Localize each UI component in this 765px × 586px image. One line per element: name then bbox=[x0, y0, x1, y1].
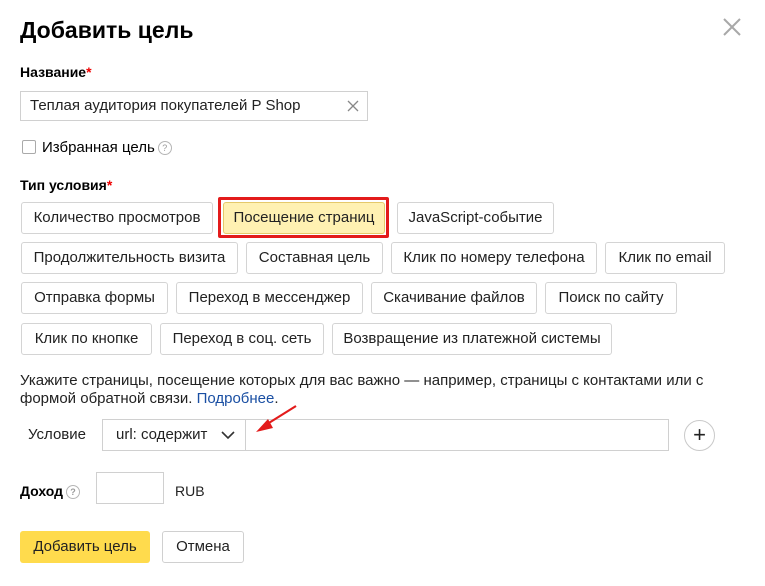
type-option-pageviews[interactable]: Количество просмотров bbox=[21, 202, 213, 234]
name-label-text: Название bbox=[20, 64, 87, 80]
type-option-composite-goal[interactable]: Составная цель bbox=[246, 242, 383, 274]
income-input[interactable] bbox=[96, 472, 164, 504]
add-condition-button[interactable]: + bbox=[684, 420, 715, 451]
type-option-social-network[interactable]: Переход в соц. сеть bbox=[160, 323, 324, 355]
type-option-phone-click[interactable]: Клик по номеру телефона bbox=[391, 242, 597, 274]
favorite-label: Избранная цель? bbox=[42, 139, 172, 157]
type-option-email-click[interactable]: Клик по email bbox=[605, 242, 725, 274]
cancel-button[interactable]: Отмена bbox=[162, 531, 244, 563]
type-option-site-search[interactable]: Поиск по сайту bbox=[545, 282, 677, 314]
condition-label: Условие bbox=[28, 426, 86, 443]
currency-label: RUB bbox=[175, 483, 205, 499]
name-label: Название* bbox=[20, 63, 92, 81]
condition-type-label-text: Тип условия bbox=[20, 177, 107, 193]
favorite-label-text: Избранная цель bbox=[42, 139, 155, 156]
condition-operator-value: url: содержит bbox=[116, 426, 208, 443]
condition-operator-select[interactable]: url: содержит bbox=[102, 419, 246, 451]
close-icon[interactable] bbox=[721, 16, 743, 38]
hint-body: Укажите страницы, посещение которых для … bbox=[20, 372, 704, 407]
goal-name-input[interactable]: Теплая аудитория покупателей P Shop bbox=[20, 91, 368, 121]
required-mark: * bbox=[86, 64, 92, 80]
type-option-form-submit[interactable]: Отправка формы bbox=[21, 282, 168, 314]
required-mark: * bbox=[106, 177, 113, 193]
type-option-messenger[interactable]: Переход в мессенджер bbox=[176, 282, 363, 314]
hint-text: Укажите страницы, посещение которых для … bbox=[20, 372, 750, 408]
type-option-javascript-event[interactable]: JavaScript-событие bbox=[397, 202, 554, 234]
condition-type-label: Тип условия* bbox=[20, 176, 112, 194]
type-option-file-download[interactable]: Скачивание файлов bbox=[371, 282, 537, 314]
favorite-checkbox[interactable] bbox=[22, 140, 36, 154]
type-option-payment-return[interactable]: Возвращение из платежной системы bbox=[332, 323, 612, 355]
help-icon[interactable]: ? bbox=[157, 141, 172, 156]
income-label: Доход? bbox=[20, 482, 81, 500]
dialog-title: Добавить цель bbox=[20, 17, 194, 43]
condition-url-input[interactable] bbox=[245, 419, 669, 451]
goal-name-value: Теплая аудитория покупателей P Shop bbox=[30, 97, 301, 114]
help-icon[interactable]: ? bbox=[66, 485, 81, 500]
add-goal-button[interactable]: Добавить цель bbox=[20, 531, 150, 563]
type-option-visit-duration[interactable]: Продолжительность визита bbox=[21, 242, 238, 274]
selected-highlight-frame bbox=[218, 197, 389, 238]
type-option-button-click[interactable]: Клик по кнопке bbox=[21, 323, 152, 355]
clear-icon[interactable] bbox=[347, 100, 359, 112]
income-label-text: Доход bbox=[20, 483, 64, 499]
annotation-arrow-icon bbox=[256, 405, 297, 432]
chevron-down-icon bbox=[221, 431, 235, 440]
